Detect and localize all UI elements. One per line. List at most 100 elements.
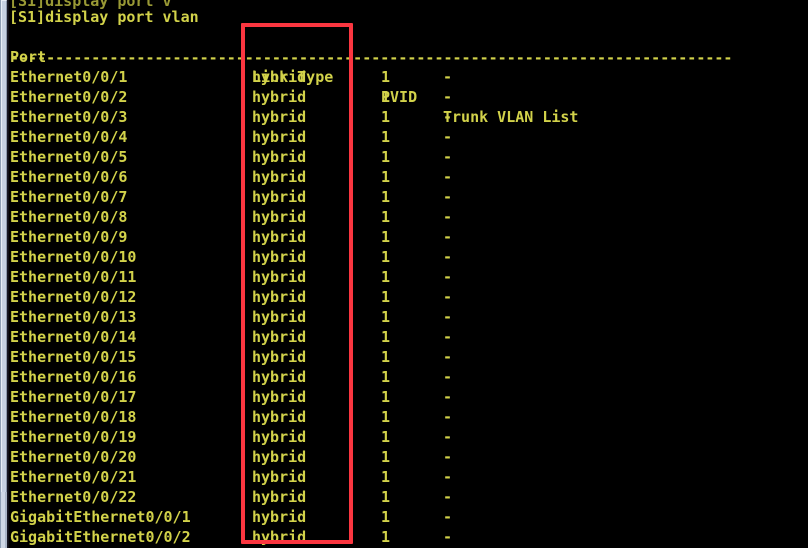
table-row: Ethernet0/0/14 hybrid 1 -	[9, 327, 808, 347]
cell-port: Ethernet0/0/17	[10, 388, 137, 406]
cell-pvid: 1	[381, 88, 391, 106]
cell-link-type: hybrid	[252, 508, 307, 526]
cell-port: Ethernet0/0/4	[10, 128, 128, 146]
cell-trunk-vlan-list: -	[443, 388, 453, 406]
cell-pvid: 1	[381, 368, 391, 386]
cell-link-type: hybrid	[252, 408, 307, 426]
cell-port: Ethernet0/0/15	[10, 348, 137, 366]
cell-pvid: 1	[381, 448, 391, 466]
cell-link-type: hybrid	[252, 528, 307, 546]
table-row: Ethernet0/0/5 hybrid 1 -	[9, 147, 808, 167]
cell-pvid: 1	[381, 188, 391, 206]
table-row: Ethernet0/0/16 hybrid 1 -	[9, 367, 808, 387]
cell-link-type: hybrid	[252, 428, 307, 446]
cell-link-type: hybrid	[252, 388, 307, 406]
cell-trunk-vlan-list: -	[443, 448, 453, 466]
cell-link-type: hybrid	[252, 88, 307, 106]
cell-trunk-vlan-list: -	[443, 148, 453, 166]
table-row: Ethernet0/0/1 hybrid 1 -	[9, 67, 808, 87]
table-header-row: Port Link Type PVID Trunk VLAN List	[9, 27, 578, 126]
cell-trunk-vlan-list: -	[443, 528, 453, 546]
cell-trunk-vlan-list: -	[443, 188, 453, 206]
cell-pvid: 1	[381, 328, 391, 346]
table-row: Ethernet0/0/21 hybrid 1 -	[9, 467, 808, 487]
cell-port: Ethernet0/0/16	[10, 368, 137, 386]
cell-port: Ethernet0/0/18	[10, 408, 137, 426]
cell-trunk-vlan-list: -	[443, 488, 453, 506]
cell-trunk-vlan-list: -	[443, 168, 453, 186]
cell-pvid: 1	[381, 488, 391, 506]
cell-pvid: 1	[381, 108, 391, 126]
cell-pvid: 1	[381, 388, 391, 406]
cell-port: Ethernet0/0/3	[10, 108, 128, 126]
cell-port: Ethernet0/0/5	[10, 148, 128, 166]
cell-link-type: hybrid	[252, 208, 307, 226]
vertical-scrollbar[interactable]	[0, 0, 9, 548]
scrollbar-thumb[interactable]	[1, 0, 7, 492]
cell-link-type: hybrid	[252, 148, 307, 166]
cell-port: Ethernet0/0/14	[10, 328, 137, 346]
cell-pvid: 1	[381, 128, 391, 146]
cell-link-type: hybrid	[252, 228, 307, 246]
table-row: Ethernet0/0/17 hybrid 1 -	[9, 387, 808, 407]
table-row: Ethernet0/0/22 hybrid 1 -	[9, 487, 808, 507]
table-row: Ethernet0/0/4 hybrid 1 -	[9, 127, 808, 147]
cell-trunk-vlan-list: -	[443, 408, 453, 426]
cell-port: Ethernet0/0/6	[10, 168, 128, 186]
cell-port: Ethernet0/0/12	[10, 288, 137, 306]
cell-trunk-vlan-list: -	[443, 468, 453, 486]
table-row: Ethernet0/0/13 hybrid 1 -	[9, 307, 808, 327]
cell-pvid: 1	[381, 468, 391, 486]
cell-port: Ethernet0/0/10	[10, 248, 137, 266]
table-row: Ethernet0/0/15 hybrid 1 -	[9, 347, 808, 367]
table-row: Ethernet0/0/12 hybrid 1 -	[9, 287, 808, 307]
cell-port: GigabitEthernet0/0/2	[10, 528, 191, 546]
cell-pvid: 1	[381, 268, 391, 286]
table-row: Ethernet0/0/8 hybrid 1 -	[9, 207, 808, 227]
cell-trunk-vlan-list: -	[443, 208, 453, 226]
cell-port: Ethernet0/0/1	[10, 68, 128, 86]
cell-link-type: hybrid	[252, 368, 307, 386]
cell-link-type: hybrid	[252, 348, 307, 366]
cell-trunk-vlan-list: -	[443, 428, 453, 446]
table-row: Ethernet0/0/9 hybrid 1 -	[9, 227, 808, 247]
cell-port: Ethernet0/0/21	[10, 468, 137, 486]
cell-link-type: hybrid	[252, 128, 307, 146]
cell-pvid: 1	[381, 308, 391, 326]
cell-pvid: 1	[381, 528, 391, 546]
cell-trunk-vlan-list: -	[443, 108, 453, 126]
cell-trunk-vlan-list: -	[443, 348, 453, 366]
cell-link-type: hybrid	[252, 328, 307, 346]
table-row: Ethernet0/0/7 hybrid 1 -	[9, 187, 808, 207]
cell-pvid: 1	[381, 248, 391, 266]
table-row: Ethernet0/0/3 hybrid 1 -	[9, 107, 808, 127]
cell-trunk-vlan-list: -	[443, 308, 453, 326]
cell-pvid: 1	[381, 208, 391, 226]
console-output-area[interactable]: [S1]display port v [S1]display port vlan…	[9, 0, 808, 548]
cell-pvid: 1	[381, 508, 391, 526]
cell-trunk-vlan-list: -	[443, 128, 453, 146]
command-prompt-line: [S1]display port vlan	[9, 8, 199, 26]
cell-pvid: 1	[381, 428, 391, 446]
port-table-body: Ethernet0/0/1 hybrid 1 - Ethernet0/0/2 hybrid…	[9, 67, 808, 547]
cell-trunk-vlan-list: -	[443, 68, 453, 86]
table-row: Ethernet0/0/20 hybrid 1 -	[9, 447, 808, 467]
cell-link-type: hybrid	[252, 68, 307, 86]
cell-pvid: 1	[381, 348, 391, 366]
table-row: Ethernet0/0/18 hybrid 1 -	[9, 407, 808, 427]
cell-pvid: 1	[381, 148, 391, 166]
header-divider-line: ----------------------------------------…	[10, 49, 733, 67]
cell-trunk-vlan-list: -	[443, 508, 453, 526]
cell-link-type: hybrid	[252, 488, 307, 506]
cell-trunk-vlan-list: -	[443, 268, 453, 286]
table-row: Ethernet0/0/10 hybrid 1 -	[9, 247, 808, 267]
cell-link-type: hybrid	[252, 188, 307, 206]
cell-link-type: hybrid	[252, 168, 307, 186]
terminal-window: [S1]display port v [S1]display port vlan…	[0, 0, 808, 548]
table-row: GigabitEthernet0/0/1 hybrid 1 -	[9, 507, 808, 527]
cell-port: GigabitEthernet0/0/1	[10, 508, 191, 526]
cell-trunk-vlan-list: -	[443, 288, 453, 306]
cell-port: Ethernet0/0/9	[10, 228, 128, 246]
cell-port: Ethernet0/0/7	[10, 188, 128, 206]
cell-link-type: hybrid	[252, 268, 307, 286]
